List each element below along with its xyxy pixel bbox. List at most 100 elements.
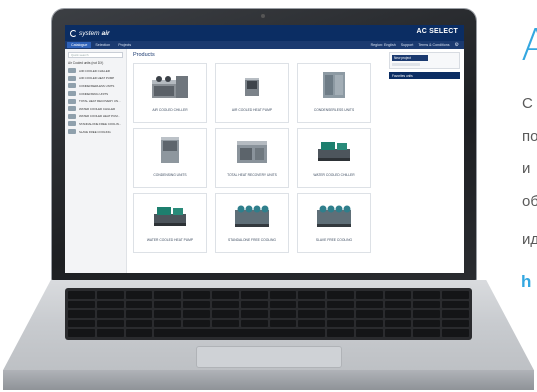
key [96, 329, 124, 337]
key [240, 300, 268, 309]
product-card-label: AIR COOLED CHILLER [152, 108, 188, 112]
product-card-label: WATER COOLED HEAT PUMP [146, 238, 194, 242]
product-thumbnail [68, 91, 76, 97]
sidebar-item-condenserless-units[interactable]: CONDENSERLESS UNITS [68, 82, 123, 90]
app-title: AC SELECT [416, 28, 458, 35]
camera-icon [261, 14, 265, 18]
key [240, 310, 268, 318]
sidebar-item-slave-free-cooling[interactable]: SLAVE FREE COOLING [68, 128, 123, 136]
product-card-slave-free-cooling[interactable]: SLAVE FREE COOLING [297, 193, 371, 253]
key [355, 329, 383, 337]
product-card-label: CONDENSING UNITS [153, 173, 187, 177]
product-card-water-cooled-chiller[interactable]: WATER COOLED CHILLER [297, 128, 371, 188]
key [413, 300, 441, 309]
product-thumbnail [68, 121, 76, 127]
gear-icon[interactable]: ⚙ [455, 42, 459, 48]
product-card-standalone-free-cooling[interactable]: STANDALONE FREE COOLING [215, 193, 289, 253]
key [269, 300, 297, 309]
key [442, 329, 469, 337]
sidebar-item-standalone-free-cooling[interactable]: STANDALONE FREE COOLIN... [68, 120, 123, 128]
page-title: Products [133, 52, 155, 58]
sidebar-heading: Air Cooled units (not DX) [68, 61, 104, 65]
key [298, 291, 326, 299]
sidebar-item-label: WATER COOLED CHILLER [79, 106, 116, 111]
product-card-air-cooled-heat-pump[interactable]: AIR COOLED HEAT PUMP [215, 63, 289, 123]
nav-right: Region: English Support Terms & Conditio… [371, 42, 462, 48]
region-link[interactable]: Region: English [371, 43, 396, 47]
slave-cooling-unit-icon [317, 205, 351, 227]
key [355, 291, 383, 299]
terms-link[interactable]: Terms & Conditions [418, 43, 449, 47]
spacebar-key [154, 329, 326, 337]
tab-selection[interactable]: Selection [91, 42, 114, 48]
key [413, 319, 441, 328]
app-body: Quick search Air Cooled units (not DX) A… [65, 49, 464, 273]
product-card-air-cooled-chiller[interactable]: AIR COOLED CHILLER [133, 63, 207, 123]
laptop-screen: system air AC SELECT Catalogue Selection … [65, 25, 464, 273]
product-thumbnail [68, 68, 76, 74]
marketing-line: ид [522, 231, 537, 248]
key [384, 329, 412, 337]
key [125, 300, 153, 309]
new-project-button[interactable]: New project [392, 55, 428, 61]
sidebar-item-label: STANDALONE FREE COOLIN... [79, 121, 122, 126]
project-box: New project [389, 52, 460, 69]
key [240, 319, 268, 328]
product-grid: AIR COOLED CHILLER AIR COOLED HEAT PUMP [133, 63, 383, 253]
product-card-condensing-units[interactable]: CONDENSING UNITS [133, 128, 207, 188]
favorites-units-bar[interactable]: Favorites units [389, 72, 460, 79]
key [327, 319, 354, 328]
key [68, 319, 95, 328]
brand-logo[interactable]: system air [70, 29, 110, 37]
key [384, 300, 412, 309]
condenserless-unit-icon [323, 72, 345, 98]
key [211, 319, 239, 328]
key [413, 310, 441, 318]
laptop-base [3, 280, 534, 390]
sidebar-item-label: AIR COOLED CHILLER [79, 68, 110, 73]
key [68, 300, 95, 309]
marketing-heading-letter: A [521, 20, 537, 71]
key [298, 319, 326, 328]
tab-catalogue[interactable]: Catalogue [67, 42, 92, 48]
sidebar-item-condensing-units[interactable]: CONDENSING UNITS [68, 90, 123, 98]
key [211, 310, 239, 318]
key [183, 291, 210, 299]
sidebar-item-water-cooled-heat-pump[interactable]: WATER COOLED HEAT PUM... [68, 113, 123, 121]
product-card-water-cooled-heat-pump[interactable]: WATER COOLED HEAT PUMP [133, 193, 207, 253]
chiller-unit-icon [152, 76, 188, 98]
key [125, 319, 153, 328]
key [183, 319, 210, 328]
sidebar-item-water-cooled-chiller[interactable]: WATER COOLED CHILLER [68, 105, 123, 113]
sidebar-item-label: CONDENSING UNITS [79, 91, 109, 96]
search-input[interactable]: Quick search [68, 52, 123, 58]
sidebar-item-label: AIR COOLED HEAT PUMP [79, 76, 115, 81]
laptop-base-edge [3, 370, 534, 390]
product-thumbnail [68, 98, 76, 104]
key [211, 300, 239, 309]
product-card-condenserless-units[interactable]: CONDENSERLESS UNITS [297, 63, 371, 123]
key [96, 291, 124, 299]
sidebar-item-air-cooled-chiller[interactable]: AIR COOLED CHILLER [68, 67, 123, 75]
key [96, 310, 124, 318]
sidebar-item-label: CONDENSERLESS UNITS [79, 83, 115, 88]
brand-bold: air [101, 29, 110, 37]
key [68, 310, 95, 318]
marketing-line: об [522, 193, 537, 210]
sidebar-item-total-heat-recovery[interactable]: TOTAL HEAT RECOVERY UN... [68, 97, 123, 105]
tab-projects[interactable]: Projects [114, 42, 135, 48]
product-card-total-heat-recovery[interactable]: TOTAL HEAT RECOVERY UNITS [215, 128, 289, 188]
key [327, 291, 354, 299]
key [355, 310, 383, 318]
key [327, 310, 354, 318]
free-cooling-unit-icon [235, 205, 269, 227]
key [442, 310, 469, 318]
marketing-link[interactable]: h [521, 272, 531, 292]
right-panel: New project Favorites units [389, 52, 460, 79]
nav-bar: Catalogue Selection Projects Region: Eng… [65, 41, 464, 49]
product-card-label: AIR COOLED HEAT PUMP [231, 108, 273, 112]
product-thumbnail [68, 113, 76, 119]
sidebar-item-air-cooled-heat-pump[interactable]: AIR COOLED HEAT PUMP [68, 75, 123, 83]
support-link[interactable]: Support [401, 43, 414, 47]
product-thumbnail [68, 106, 76, 112]
